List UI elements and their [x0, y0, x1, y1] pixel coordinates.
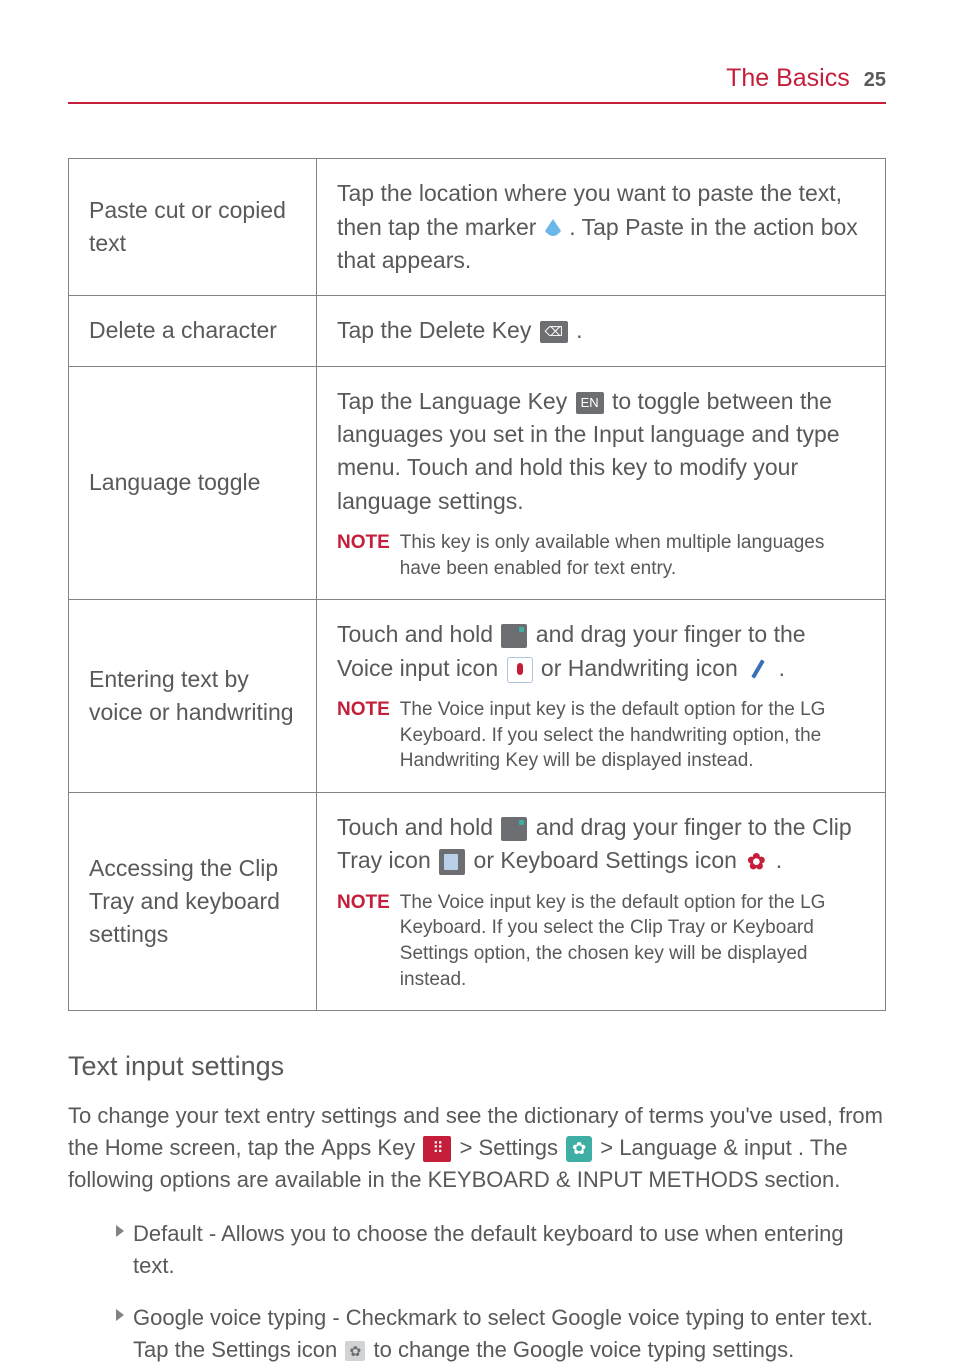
- voice-input-icon: [507, 657, 533, 683]
- hold-key-icon: [501, 624, 527, 648]
- section-heading: Text input settings: [68, 1047, 886, 1086]
- table-row: Delete a character Tap the Delete Key ⌫ …: [69, 296, 886, 366]
- settings-icon: ✿: [566, 1136, 592, 1162]
- header-title: The Basics: [726, 60, 850, 96]
- row-description: Tap the Delete Key ⌫ .: [317, 296, 886, 366]
- section-paragraph: To change your text entry settings and s…: [68, 1100, 886, 1196]
- table-row: Accessing the Clip Tray and keyboard set…: [69, 792, 886, 1010]
- list-item: Default - Allows you to choose the defau…: [116, 1218, 886, 1282]
- note: NOTE The Voice input key is the default …: [337, 697, 865, 774]
- note: NOTE This key is only available when mul…: [337, 530, 865, 581]
- row-description: Touch and hold and drag your finger to t…: [317, 792, 886, 1010]
- row-label: Language toggle: [69, 366, 317, 600]
- apps-key-icon: ⠿: [423, 1136, 451, 1162]
- bullet-arrow-icon: [116, 1309, 124, 1321]
- table-row: Entering text by voice or handwriting To…: [69, 600, 886, 793]
- note: NOTE The Voice input key is the default …: [337, 890, 865, 993]
- row-description: Tap the Language Key EN to toggle betwee…: [317, 366, 886, 600]
- instruction-table: Paste cut or copied text Tap the locatio…: [68, 158, 886, 1011]
- row-description: Touch and hold and drag your finger to t…: [317, 600, 886, 793]
- row-label: Delete a character: [69, 296, 317, 366]
- delete-key-icon: ⌫: [540, 321, 568, 343]
- language-key-icon: EN: [576, 392, 604, 414]
- list-item: Google voice typing - Checkmark to selec…: [116, 1302, 886, 1366]
- handwriting-icon: [746, 658, 770, 682]
- page-header: The Basics 25: [68, 60, 886, 104]
- row-label: Paste cut or copied text: [69, 159, 317, 296]
- table-row: Language toggle Tap the Language Key EN …: [69, 366, 886, 600]
- hold-key-icon: [501, 817, 527, 841]
- header-page-number: 25: [864, 66, 886, 95]
- settings-small-icon: ✿: [345, 1341, 365, 1361]
- row-description: Tap the location where you want to paste…: [317, 159, 886, 296]
- row-label: Entering text by voice or handwriting: [69, 600, 317, 793]
- marker-icon: [545, 219, 561, 239]
- table-row: Paste cut or copied text Tap the locatio…: [69, 159, 886, 296]
- clip-tray-icon: [439, 849, 465, 875]
- bullet-arrow-icon: [116, 1225, 124, 1237]
- row-label: Accessing the Clip Tray and keyboard set…: [69, 792, 317, 1010]
- keyboard-settings-icon: ✿: [745, 851, 767, 873]
